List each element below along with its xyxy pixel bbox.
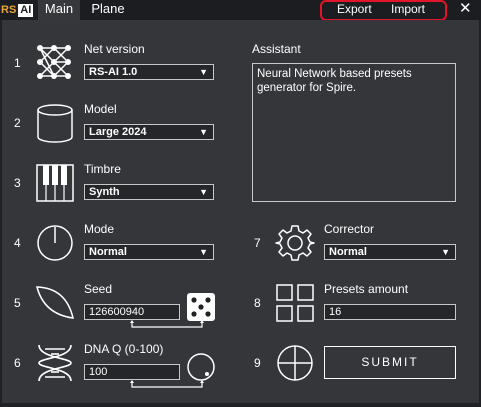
- step-number-4: 4: [14, 236, 21, 250]
- neural-network-icon: [37, 45, 71, 79]
- step-number-2: 2: [14, 116, 21, 130]
- step-number-5: 5: [14, 296, 21, 310]
- close-icon[interactable]: ✕: [459, 1, 472, 17]
- presets-label: Presets amount: [324, 282, 409, 296]
- app-logo: RS AI: [0, 2, 34, 18]
- corrector-label: Corrector: [324, 222, 375, 236]
- submit-button[interactable]: SUBMIT: [324, 346, 456, 379]
- net-version-label: Net version: [84, 42, 145, 56]
- plus-circle-icon: [277, 345, 313, 381]
- seed-label: Seed: [84, 282, 113, 296]
- database-cylinder-icon: [37, 104, 73, 143]
- timbre-value: Synth: [89, 186, 120, 198]
- tab-plane[interactable]: Plane: [84, 0, 132, 20]
- step-number-7: 7: [254, 236, 261, 250]
- mode-label: Mode: [84, 222, 115, 236]
- gear-icon: [275, 225, 315, 261]
- step-number-6: 6: [14, 356, 21, 370]
- step-number-1: 1: [14, 56, 21, 70]
- model-select[interactable]: Large 2024 ▼: [84, 124, 214, 140]
- logo-rs: RS: [1, 4, 17, 16]
- model-value: Large 2024: [89, 126, 147, 138]
- corrector-select[interactable]: Normal ▼: [324, 244, 456, 260]
- leaf-icon: [36, 286, 74, 319]
- dna-link-arrow: [130, 380, 204, 388]
- title-bar: RS AI Main Plane Export Import ✕: [0, 0, 481, 21]
- model-label: Model: [84, 102, 117, 116]
- step-number-9: 9: [254, 356, 261, 370]
- presets-input[interactable]: 16: [324, 304, 456, 320]
- net-version-value: RS-AI 1.0: [89, 66, 138, 78]
- assistant-textbox[interactable]: Neural Network based presets generator f…: [252, 63, 456, 202]
- chevron-down-icon: ▼: [199, 67, 208, 77]
- assistant-label: Assistant: [252, 42, 301, 56]
- dna-label: DNA Q (0-100): [84, 342, 164, 356]
- timbre-label: Timbre: [84, 162, 121, 176]
- grid-squares-icon: [276, 284, 314, 322]
- dial-knob-icon: [37, 225, 73, 261]
- dna-helix-icon: [38, 344, 72, 382]
- chevron-down-icon: ▼: [441, 247, 450, 257]
- chevron-down-icon: ▼: [199, 187, 208, 197]
- seed-link-arrow: [130, 320, 204, 328]
- step-number-8: 8: [254, 296, 261, 310]
- knob-icon[interactable]: [186, 352, 216, 382]
- mode-value: Normal: [89, 246, 127, 258]
- timbre-select[interactable]: Synth ▼: [84, 184, 214, 200]
- corrector-value: Normal: [329, 246, 367, 258]
- step-number-3: 3: [14, 176, 21, 190]
- chevron-down-icon: ▼: [199, 127, 208, 137]
- tab-main[interactable]: Main: [38, 0, 80, 20]
- assistant-text: Neural Network based presets generator f…: [257, 68, 412, 94]
- chevron-down-icon: ▼: [199, 247, 208, 257]
- piano-keys-icon: [36, 164, 74, 202]
- export-import-highlight: [320, 0, 447, 21]
- mode-select[interactable]: Normal ▼: [84, 244, 214, 260]
- dna-input[interactable]: 100: [84, 364, 180, 380]
- net-version-select[interactable]: RS-AI 1.0 ▼: [84, 64, 214, 80]
- seed-input[interactable]: 126600940: [84, 304, 180, 320]
- dice-icon[interactable]: [186, 292, 216, 322]
- logo-ai: AI: [18, 3, 34, 17]
